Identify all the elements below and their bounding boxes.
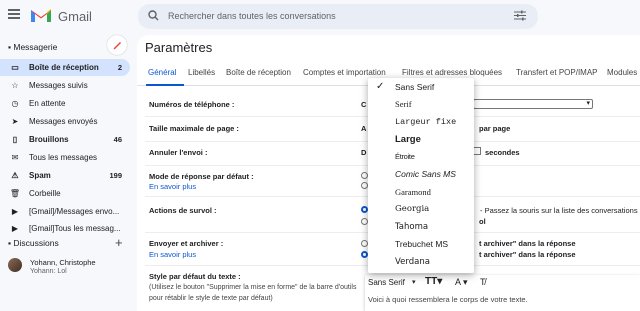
hover-enable-radio[interactable] [361,206,368,213]
avatar[interactable] [8,258,22,272]
reply-mode-learn-more-link[interactable]: En savoir plus [149,182,196,191]
phone-select[interactable]: ▾ [473,99,593,109]
text-style-preview: Voici à quoi ressemblera le corps de vot… [368,295,528,304]
send-archive-label: Envoyer et archiver : [149,239,224,248]
tab-addons[interactable]: Modules [607,68,637,77]
undo-send-label: Annuler l'envoi : [149,148,208,157]
trash-icon: 🗑 [9,189,21,198]
text-size-icon[interactable]: TT▾ [425,276,442,287]
sidebar-item-starred[interactable]: ☆ Messages suivis [0,77,130,94]
chat-contact-snippet: Yohann: Lol [30,268,67,275]
discussions-section-title[interactable]: ▪ Discussions [8,238,59,248]
sidebar-item-label-sent[interactable]: ▶ [Gmail]/Messages envo... [0,203,130,220]
inbox-icon: ▭ [11,63,19,72]
undo-send-prefix: D [361,148,367,157]
send-archive-hide-radio[interactable] [361,251,368,258]
clock-icon: ◷ [11,99,19,108]
label-icon: ▶ [11,207,19,216]
tab-accounts[interactable]: Comptes et importation [303,68,386,77]
reply-radio[interactable] [361,172,368,179]
pencil-icon [113,42,121,50]
phone-value: C [361,100,367,109]
draft-icon: ▯ [12,135,18,144]
send-archive-learn-more-link[interactable]: En savoir plus [149,250,196,259]
chevron-down-icon[interactable]: ▾ [412,278,416,286]
mail-icon: ✉ [11,153,19,162]
page-size-prefix: A [361,124,367,133]
send-archive-show-text: t archiver" dans la réponse [479,239,576,248]
send-archive-hide-text: t archiver" dans la réponse [479,250,576,259]
text-color-button[interactable]: A ▾ [455,277,468,288]
font-option-serif[interactable]: Serif [368,96,474,114]
star-icon: ☆ [11,81,19,90]
sidebar-item-label-all[interactable]: ▶ [Gmail]Tous les messag... [0,220,130,237]
gmail-logo-text: Gmail [58,9,92,24]
spam-icon: ⚠ [11,171,19,180]
default-text-style-label: Style par défaut du texte : [149,272,241,281]
tab-inbox[interactable]: Boîte de réception [226,68,291,77]
search-input[interactable]: Rechercher dans toutes les conversations [168,11,336,21]
sidebar-item-drafts[interactable]: ▯ Brouillons 46 [0,131,130,148]
chat-contact-name[interactable]: Yohann, Christophe [30,258,96,267]
default-text-style-note: pour rétablir le style de texte par défa… [149,295,273,302]
font-option-trebuchet[interactable]: Trebuchet MS [368,236,474,254]
sidebar-item-inbox[interactable]: ▭ Boîte de réception 2 [0,59,130,76]
text-style-editor [365,275,640,311]
reply-mode-label: Mode de réponse par défaut : [149,172,254,181]
hover-actions-label: Actions de survol : [149,206,217,215]
reply-all-radio[interactable] [361,182,368,189]
tab-general[interactable]: Général [148,68,176,77]
hover-disable-text: ol [479,217,486,226]
hover-actions-description: - Passez la souris sur la liste des conv… [480,206,638,215]
sidebar-item-sent[interactable]: ➤ Messages envoyés [0,113,130,130]
page-size-suffix: par page [479,124,511,133]
font-option-wide[interactable]: Large [368,131,474,149]
page-title: Paramètres [145,40,213,55]
add-discussion-icon[interactable]: + [115,235,123,250]
compose-button[interactable] [107,35,127,55]
undo-send-suffix: secondes [485,148,520,157]
default-text-style-note: (Utilisez le bouton "Supprimer la mise e… [149,284,357,291]
chevron-down-icon: ▾ [460,277,468,287]
send-icon: ➤ [11,117,19,126]
active-tab-indicator [146,84,184,86]
page-size-label: Taille maximale de page : [149,124,239,133]
tab-filters[interactable]: Filtres et adresses bloquées [402,68,502,77]
search-options-icon[interactable] [514,10,526,21]
sidebar-item-all-mail[interactable]: ✉ Tous les messages [0,149,130,166]
font-option-verdana[interactable]: Verdana [368,253,474,271]
gmail-logo-icon[interactable] [30,7,52,23]
search-icon[interactable] [148,10,159,21]
font-option-comic-sans[interactable]: Comic Sans MS [368,166,474,184]
phone-label: Numéros de téléphone : [149,100,235,109]
font-option-fixed-width[interactable]: Largeur fixe [368,113,474,131]
sidebar-section-title[interactable]: ▪ Messagerie [8,42,57,52]
sidebar-item-snoozed[interactable]: ◷ En attente [0,95,130,112]
tab-labels[interactable]: Libellés [188,68,215,77]
font-option-sans-serif[interactable]: Sans Serif [368,78,474,96]
main-menu-icon[interactable] [8,9,20,19]
hover-disable-radio[interactable] [361,218,368,225]
chevron-down-icon: ▾ [586,100,590,107]
font-family-select[interactable]: Sans Serif [368,278,405,287]
sidebar-item-trash[interactable]: 🗑 Corbeille [0,185,130,202]
font-option-narrow[interactable]: Étroite [368,148,474,166]
sidebar-item-spam[interactable]: ⚠ Spam 199 [0,167,130,184]
label-icon: ▶ [11,224,19,233]
remove-formatting-icon[interactable]: T̸ [480,277,486,287]
undo-send-seconds-select[interactable] [473,147,481,155]
font-option-georgia[interactable]: Georgia [368,201,474,219]
font-option-garamond[interactable]: Garamond [368,183,474,201]
tab-forwarding[interactable]: Transfert et POP/IMAP [516,68,598,77]
send-archive-show-radio[interactable] [361,240,368,247]
font-option-tahoma[interactable]: Tahoma [368,218,474,236]
